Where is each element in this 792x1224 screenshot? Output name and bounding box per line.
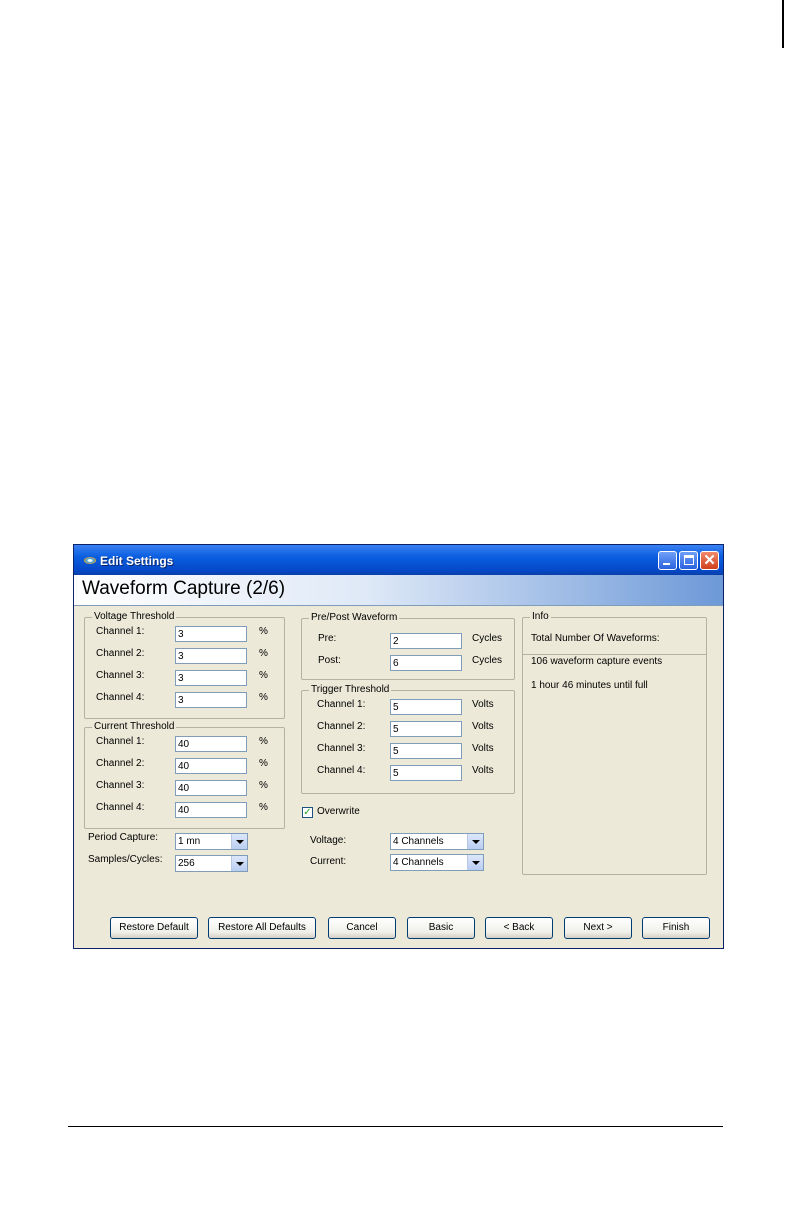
voltage-channel-4-label: Channel 4:	[96, 692, 145, 703]
trigger-threshold-label: Trigger Threshold	[309, 684, 392, 695]
voltage-channels-select[interactable]: 4 Channels	[390, 833, 484, 850]
trigger-channel-2-unit: Volts	[472, 721, 494, 732]
chevron-down-icon	[467, 855, 483, 870]
voltage-channel-1-unit: %	[259, 626, 268, 637]
current-threshold-label: Current Threshold	[92, 721, 177, 732]
title-bar[interactable]: Edit Settings ✕	[74, 545, 723, 575]
trigger-channel-1-input[interactable]: 5	[390, 699, 462, 715]
voltage-channel-2-input[interactable]: 3	[175, 648, 247, 664]
trigger-channel-3-input[interactable]: 5	[390, 743, 462, 759]
post-label: Post:	[318, 655, 341, 666]
current-channel-2-label: Channel 2:	[96, 758, 145, 769]
overwrite-label: Overwrite	[317, 806, 360, 817]
voltage-channel-3-label: Channel 3:	[96, 670, 145, 681]
pre-unit: Cycles	[472, 633, 503, 644]
current-channel-4-input[interactable]: 40	[175, 802, 247, 818]
voltage-channel-1-label: Channel 1:	[96, 626, 145, 637]
time-until-full-text: 1 hour 46 minutes until full	[531, 680, 648, 691]
trigger-channel-3-unit: Volts	[472, 743, 494, 754]
next-button[interactable]: Next >	[564, 917, 632, 939]
voltage-channel-2-unit: %	[259, 648, 268, 659]
restore-all-defaults-button[interactable]: Restore All Defaults	[208, 917, 316, 939]
voltage-label: Voltage:	[310, 835, 347, 846]
period-capture-value: 1 mn	[178, 836, 201, 847]
chevron-down-icon	[231, 834, 247, 849]
voltage-channel-2-label: Channel 2:	[96, 648, 145, 659]
close-button[interactable]: ✕	[700, 551, 719, 570]
current-channel-2-unit: %	[259, 758, 268, 769]
pre-post-waveform-label: Pre/Post Waveform	[309, 612, 400, 623]
trigger-channel-1-unit: Volts	[472, 699, 494, 710]
samples-cycles-select[interactable]: 256	[175, 855, 248, 872]
trigger-channel-2-label: Channel 2:	[317, 721, 366, 732]
close-icon: ✕	[703, 552, 716, 569]
period-capture-label: Period Capture:	[88, 832, 159, 843]
maximize-icon	[684, 555, 694, 565]
voltage-channel-3-input[interactable]: 3	[175, 670, 247, 686]
current-channel-1-label: Channel 1:	[96, 736, 145, 747]
header-band: Waveform Capture (2/6)	[74, 575, 723, 606]
current-channels-select[interactable]: 4 Channels	[390, 854, 484, 871]
samples-cycles-label: Samples/Cycles:	[88, 854, 163, 865]
post-input[interactable]: 6	[390, 655, 462, 671]
voltage-channel-4-unit: %	[259, 692, 268, 703]
current-channel-1-unit: %	[259, 736, 268, 747]
edit-settings-window: Edit Settings ✕ Waveform Capture (2/6) V…	[73, 544, 724, 949]
total-waveforms-heading: Total Number Of Waveforms:	[531, 633, 660, 644]
window-title: Edit Settings	[100, 554, 174, 568]
voltage-channel-3-unit: %	[259, 670, 268, 681]
current-channel-4-unit: %	[259, 802, 268, 813]
basic-button[interactable]: Basic	[407, 917, 475, 939]
current-channel-3-label: Channel 3:	[96, 780, 145, 791]
info-divider	[523, 654, 706, 655]
chevron-down-icon	[467, 834, 483, 849]
back-button[interactable]: < Back	[485, 917, 553, 939]
voltage-channels-value: 4 Channels	[393, 836, 444, 847]
restore-default-button[interactable]: Restore Default	[110, 917, 198, 939]
trigger-channel-4-unit: Volts	[472, 765, 494, 776]
trigger-channel-3-label: Channel 3:	[317, 743, 366, 754]
page-title: Waveform Capture (2/6)	[82, 578, 286, 599]
voltage-threshold-label: Voltage Threshold	[92, 611, 177, 622]
info-label: Info	[530, 611, 551, 622]
overwrite-checkbox[interactable]: ✓	[302, 807, 313, 818]
period-capture-select[interactable]: 1 mn	[175, 833, 248, 850]
current-channel-4-label: Channel 4:	[96, 802, 145, 813]
trigger-channel-1-label: Channel 1:	[317, 699, 366, 710]
chevron-down-icon	[231, 856, 247, 871]
maximize-button[interactable]	[679, 551, 698, 570]
finish-button[interactable]: Finish	[642, 917, 710, 939]
voltage-channel-1-input[interactable]: 3	[175, 626, 247, 642]
footer-rule	[68, 1126, 723, 1127]
current-channel-3-input[interactable]: 40	[175, 780, 247, 796]
current-channel-3-unit: %	[259, 780, 268, 791]
waveform-events-text: 106 waveform capture events	[531, 656, 663, 667]
trigger-channel-2-input[interactable]: 5	[390, 721, 462, 737]
trigger-channel-4-label: Channel 4:	[317, 765, 366, 776]
app-eye-icon	[84, 557, 96, 564]
minimize-button[interactable]	[658, 551, 677, 570]
cancel-button[interactable]: Cancel	[328, 917, 396, 939]
pre-input[interactable]: 2	[390, 633, 462, 649]
minimize-icon	[663, 563, 670, 565]
pre-label: Pre:	[318, 633, 337, 644]
post-unit: Cycles	[472, 655, 503, 666]
current-label: Current:	[310, 856, 347, 867]
samples-cycles-value: 256	[178, 858, 195, 869]
trigger-channel-4-input[interactable]: 5	[390, 765, 462, 781]
page-edge-rule	[782, 0, 784, 48]
current-channel-2-input[interactable]: 40	[175, 758, 247, 774]
current-channel-1-input[interactable]: 40	[175, 736, 247, 752]
voltage-channel-4-input[interactable]: 3	[175, 692, 247, 708]
current-channels-value: 4 Channels	[393, 857, 444, 868]
